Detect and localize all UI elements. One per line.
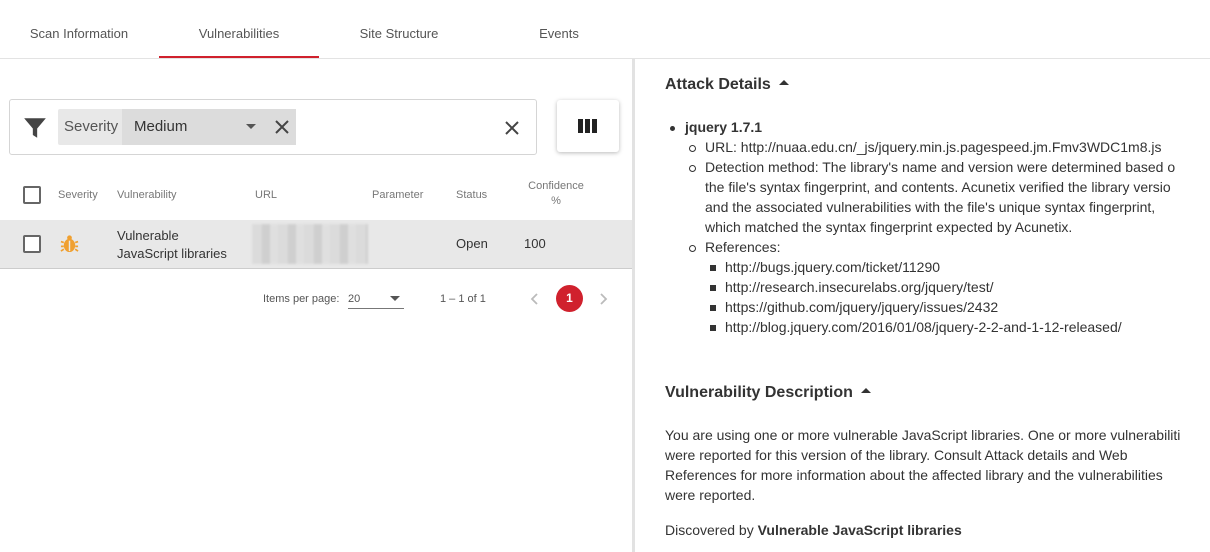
detection-method-line-3: and the associated vulnerabilities with … [705, 199, 1156, 215]
tab-site-structure[interactable]: Site Structure [319, 10, 479, 58]
bullet-icon [670, 126, 675, 131]
columns-button[interactable] [557, 100, 619, 152]
affected-url: URL: http://nuaa.edu.cn/_js/jquery.min.j… [705, 139, 1162, 155]
description-line-1: You are using one or more vulnerable Jav… [665, 427, 1181, 443]
description-line-2: were reported for this version of the li… [665, 447, 1128, 463]
chevron-down-icon[interactable] [390, 296, 400, 301]
detection-method-line-4: which matched the syntax fingerprint exp… [705, 219, 1073, 235]
tab-events[interactable]: Events [479, 10, 639, 58]
bullet-icon [689, 165, 696, 172]
details-panel: Attack Details jquery 1.7.1 URL: http://… [635, 59, 1210, 552]
filter-bar[interactable]: Severity Medium [9, 99, 537, 155]
page-1-button[interactable]: 1 [556, 285, 583, 312]
bullet-icon [710, 325, 716, 331]
confidence-value: 100 [524, 236, 546, 251]
reference-link[interactable]: http://bugs.jquery.com/ticket/11290 [725, 259, 940, 275]
paginator: Items per page: 20 1 – 1 of 1 1 [0, 284, 632, 314]
redacted-url [252, 224, 368, 264]
clear-filters-icon[interactable] [502, 118, 522, 138]
next-page-icon[interactable] [596, 292, 610, 306]
table-header: Severity Vulnerability URL Parameter Sta… [0, 171, 632, 219]
severity-select[interactable]: Medium [122, 109, 296, 145]
bug-severity-medium-icon [60, 235, 79, 253]
bullet-icon [710, 285, 716, 291]
attack-details-header[interactable]: Attack Details [665, 76, 789, 94]
severity-select-value: Medium [134, 118, 188, 135]
reference-link[interactable]: https://github.com/jquery/jquery/issues/… [725, 299, 998, 315]
reference-link[interactable]: http://research.insecurelabs.org/jquery/… [725, 279, 993, 295]
references-label: References: [705, 239, 781, 255]
detection-method-line-2: the file's syntax fingerprint, and conte… [705, 179, 1171, 195]
header-confidence[interactable]: Confidence % [524, 179, 588, 209]
library-name: jquery 1.7.1 [685, 119, 763, 135]
reference-link[interactable]: http://blog.jquery.com/2016/01/08/jquery… [725, 319, 1122, 335]
previous-page-icon[interactable] [528, 292, 542, 306]
collapse-icon[interactable] [860, 388, 871, 394]
remove-filter-icon[interactable] [272, 117, 292, 137]
tab-bar: Scan Information Vulnerabilities Site St… [0, 10, 1210, 59]
discovered-by: Discovered by Vulnerable JavaScript libr… [665, 522, 962, 538]
bullet-icon [710, 265, 716, 271]
top-app-bar [0, 0, 1210, 10]
select-all-checkbox[interactable] [23, 186, 41, 204]
description-line-4: were reported. [665, 487, 756, 503]
vulnerabilities-list-panel: Severity Medium Severity Vulnerability U… [0, 59, 632, 552]
filter-icon[interactable] [22, 115, 48, 141]
collapse-icon[interactable] [778, 80, 789, 86]
detection-method-line-1: Detection method: The library's name and… [705, 159, 1176, 175]
vulnerability-name[interactable]: Vulnerable JavaScript libraries [117, 227, 227, 263]
table-row[interactable]: Vulnerable JavaScript libraries Open 100 [0, 220, 632, 269]
header-vulnerability[interactable]: Vulnerability [117, 171, 177, 219]
bullet-icon [710, 305, 716, 311]
bullet-icon [689, 145, 696, 152]
vulnerability-description-header[interactable]: Vulnerability Description [665, 384, 871, 402]
description-line-3: References for more information about th… [665, 467, 1163, 483]
header-url[interactable]: URL [255, 171, 277, 219]
header-parameter[interactable]: Parameter [372, 171, 423, 219]
header-severity[interactable]: Severity [58, 171, 98, 219]
header-status[interactable]: Status [456, 171, 487, 219]
tab-scan-information[interactable]: Scan Information [0, 10, 158, 58]
range-label: 1 – 1 of 1 [440, 293, 486, 305]
filter-field-label: Severity [64, 118, 119, 135]
bullet-icon [689, 245, 696, 252]
items-per-page-select[interactable]: 20 [348, 290, 404, 309]
status-value: Open [456, 236, 488, 251]
chevron-down-icon[interactable] [246, 124, 256, 129]
items-per-page-label: Items per page: [263, 293, 340, 305]
row-checkbox[interactable] [23, 235, 41, 253]
columns-icon [578, 119, 599, 138]
severity-filter-chip[interactable]: Severity Medium [58, 109, 296, 145]
tab-vulnerabilities[interactable]: Vulnerabilities [159, 10, 319, 58]
